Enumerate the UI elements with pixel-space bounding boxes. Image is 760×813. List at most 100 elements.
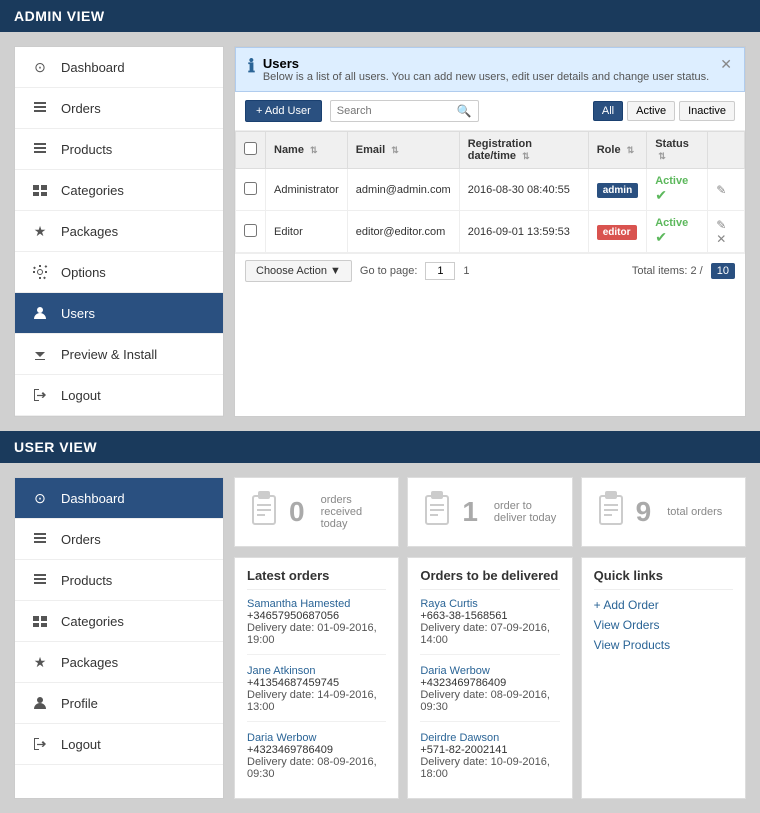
row-role: admin — [588, 169, 646, 211]
sidebar-item-label: Products — [61, 573, 112, 588]
categories-icon — [29, 610, 51, 632]
panel-title: Users — [263, 56, 709, 71]
panel-close-button[interactable]: ✕ — [720, 56, 732, 73]
add-user-button[interactable]: + Add User — [245, 100, 322, 122]
choose-action-button[interactable]: Choose Action ▼ — [245, 260, 352, 282]
edit-button[interactable]: ✎ — [716, 218, 726, 232]
users-icon — [29, 302, 51, 324]
logout-icon — [29, 384, 51, 406]
panel-header-left: ℹ Users Below is a list of all users. Yo… — [248, 56, 709, 83]
search-box[interactable]: 🔍 — [330, 100, 479, 122]
name-column-header: Name ⇅ — [266, 132, 348, 169]
user-sidebar-item-categories[interactable]: Categories — [15, 601, 223, 642]
row-checkbox[interactable] — [244, 182, 257, 195]
order-date: Delivery date: 08-09-2016, 09:30 — [420, 689, 559, 713]
stat-orders-received: 0 orders received today — [234, 477, 399, 547]
order-name[interactable]: Samantha Hamested — [247, 598, 386, 610]
status-check-icon: ✔ — [655, 187, 667, 203]
row-name: Editor — [266, 211, 348, 253]
stat-number: 9 — [636, 496, 652, 528]
latest-orders-card: Latest orders Samantha Hamested +3465795… — [234, 557, 399, 799]
sidebar-item-users[interactable]: Users — [15, 293, 223, 334]
user-container: ⊙ Dashboard Orders Products Categories — [0, 463, 760, 813]
panel-subtitle: Below is a list of all users. You can ad… — [263, 71, 709, 83]
row-name: Administrator — [266, 169, 348, 211]
delete-button[interactable]: ✕ — [716, 232, 726, 246]
categories-icon — [29, 179, 51, 201]
quick-links-title: Quick links — [594, 568, 733, 590]
row-checkbox[interactable] — [244, 224, 257, 237]
order-phone: +4323469786409 — [247, 744, 386, 756]
page-input[interactable] — [425, 262, 455, 280]
user-sidebar-item-logout[interactable]: Logout — [15, 724, 223, 765]
filter-buttons: All Active Inactive — [593, 101, 735, 121]
search-input[interactable] — [337, 105, 457, 117]
orders-to-deliver-title: Orders to be delivered — [420, 568, 559, 590]
sidebar-item-label: Categories — [61, 614, 124, 629]
quick-link-view-products[interactable]: View Products — [594, 638, 733, 652]
order-name[interactable]: Raya Curtis — [420, 598, 559, 610]
email-column-header: Email ⇅ — [347, 132, 459, 169]
sidebar-item-preview-install[interactable]: Preview & Install — [15, 334, 223, 375]
quick-link-add-order[interactable]: + Add Order — [594, 598, 733, 612]
sidebar-item-options[interactable]: Options — [15, 252, 223, 293]
order-item: Jane Atkinson +41354687459745 Delivery d… — [247, 665, 386, 722]
status-text: Active — [655, 217, 688, 229]
user-header: USER VIEW — [0, 431, 760, 463]
orders-to-deliver-card: Orders to be delivered Raya Curtis +663-… — [407, 557, 572, 799]
total-items-label: Total items: 2 / — [632, 265, 703, 277]
filter-inactive-button[interactable]: Inactive — [679, 101, 735, 121]
sidebar-item-label: Users — [61, 306, 95, 321]
dashboard-icon: ⊙ — [29, 487, 51, 509]
sidebar-item-orders[interactable]: Orders — [15, 88, 223, 129]
sidebar-item-categories[interactable]: Categories — [15, 170, 223, 211]
sidebar-item-label: Packages — [61, 655, 118, 670]
row-checkbox-cell — [236, 211, 266, 253]
edit-button[interactable]: ✎ — [716, 183, 726, 197]
order-name[interactable]: Deirdre Dawson — [420, 732, 559, 744]
filter-active-button[interactable]: Active — [627, 101, 675, 121]
select-all-header — [236, 132, 266, 169]
sidebar-item-logout[interactable]: Logout — [15, 375, 223, 416]
sidebar-item-products[interactable]: Products — [15, 129, 223, 170]
order-name[interactable]: Jane Atkinson — [247, 665, 386, 677]
order-item: Samantha Hamested +34657950687056 Delive… — [247, 598, 386, 655]
stat-orders-deliver: 1 order to deliver today — [407, 477, 572, 547]
select-all-checkbox[interactable] — [244, 142, 257, 155]
packages-icon: ★ — [29, 651, 51, 673]
sidebar-item-label: Options — [61, 265, 106, 280]
user-sidebar-item-packages[interactable]: ★ Packages — [15, 642, 223, 683]
table-footer: Choose Action ▼ Go to page: 1 Total item… — [235, 253, 745, 288]
user-section: USER VIEW ⊙ Dashboard Orders Products — [0, 431, 760, 813]
user-sidebar-item-profile[interactable]: Profile — [15, 683, 223, 724]
orders-icon — [29, 97, 51, 119]
sidebar-item-label: Categories — [61, 183, 124, 198]
filter-all-button[interactable]: All — [593, 101, 623, 121]
stat-label: total orders — [667, 506, 722, 518]
row-email: admin@admin.com — [347, 169, 459, 211]
order-phone: +41354687459745 — [247, 677, 386, 689]
order-phone: +663-38-1568561 — [420, 610, 559, 622]
user-sidebar-item-orders[interactable]: Orders — [15, 519, 223, 560]
cards-row: Latest orders Samantha Hamested +3465795… — [234, 557, 746, 799]
order-name[interactable]: Daria Werbow — [247, 732, 386, 744]
user-sidebar-item-products[interactable]: Products — [15, 560, 223, 601]
role-badge: editor — [597, 225, 637, 240]
admin-main-content: ℹ Users Below is a list of all users. Yo… — [234, 46, 746, 417]
sidebar-item-label: Preview & Install — [61, 347, 157, 362]
page-separator: 1 — [463, 265, 469, 277]
quick-link-view-orders[interactable]: View Orders — [594, 618, 733, 632]
sidebar-item-dashboard[interactable]: ⊙ Dashboard — [15, 47, 223, 88]
row-regdate: 2016-09-01 13:59:53 — [459, 211, 588, 253]
order-name[interactable]: Daria Werbow — [420, 665, 559, 677]
sidebar-item-label: Logout — [61, 737, 101, 752]
order-date: Delivery date: 01-09-2016, 19:00 — [247, 622, 386, 646]
quick-links-card: Quick links + Add Order View Orders View… — [581, 557, 746, 799]
status-column-header: Status ⇅ — [647, 132, 708, 169]
row-email: editor@editor.com — [347, 211, 459, 253]
sidebar-item-packages[interactable]: ★ Packages — [15, 211, 223, 252]
products-icon — [29, 569, 51, 591]
sidebar-item-label: Dashboard — [61, 491, 125, 506]
total-count-badge: 10 — [711, 263, 735, 279]
user-sidebar-item-dashboard[interactable]: ⊙ Dashboard — [15, 478, 223, 519]
